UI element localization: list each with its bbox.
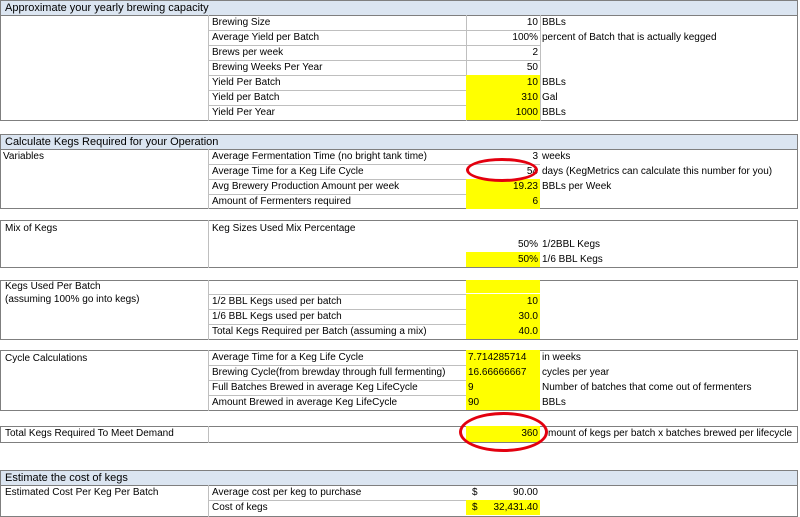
kegs-batch-label: 1/2 BBL Kegs used per batch — [212, 296, 342, 307]
section-header-capacity[interactable]: Approximate your yearly brewing capacity — [0, 0, 798, 16]
cycle-label: Amount Brewed in average Keg LifeCycle — [212, 397, 398, 408]
kegs-batch-label: 1/6 BBL Kegs used per batch — [212, 311, 342, 322]
capacity-label: Brewing Weeks Per Year — [212, 62, 323, 73]
variable-value-input[interactable]: 54 — [466, 164, 540, 179]
variable-label: Average Time for a Keg Life Cycle — [212, 166, 364, 177]
cycle-label: Brewing Cycle(from brewday through full … — [212, 367, 446, 378]
variable-unit: BBLs per Week — [542, 181, 612, 192]
capacity-unit: BBLs — [542, 17, 566, 28]
cycle-title: Cycle Calculations — [5, 353, 88, 364]
mix-title: Mix of Kegs — [5, 223, 58, 234]
kegs-batch-value[interactable]: 30.0 — [466, 309, 540, 324]
cycle-value[interactable]: 90 — [466, 395, 540, 410]
kegs-batch-value[interactable]: 10 — [466, 294, 540, 309]
section-header-kegs-required[interactable]: Calculate Kegs Required for your Operati… — [0, 134, 798, 150]
cost-value-input[interactable]: 90.00 — [480, 485, 540, 500]
variable-value-input[interactable]: 6 — [466, 194, 540, 209]
variable-unit: days (KegMetrics can calculate this numb… — [542, 166, 773, 177]
cycle-value[interactable]: 9 — [466, 380, 540, 395]
capacity-label: Yield Per Year — [212, 107, 276, 118]
mix-percent-input[interactable]: 50% — [466, 252, 540, 267]
cycle-unit: Number of batches that come out of ferme… — [542, 382, 752, 393]
variable-unit: weeks — [542, 151, 571, 162]
cost-value-input[interactable]: 32,431.40 — [480, 500, 540, 515]
capacity-unit: BBLs — [542, 77, 566, 88]
capacity-label: Yield per Batch — [212, 92, 280, 103]
capacity-unit: BBLs — [542, 107, 566, 118]
capacity-label: Brewing Size — [212, 17, 271, 28]
cycle-unit: cycles per year — [542, 367, 610, 378]
total-kegs-cell[interactable]: 360 — [466, 426, 540, 442]
spreadsheet: Approximate your yearly brewing capacity… — [0, 0, 798, 517]
capacity-unit: Gal — [542, 92, 558, 103]
mix-percent-input[interactable]: 50% — [466, 237, 540, 252]
cost-label: Average cost per keg to purchase — [212, 487, 362, 498]
variable-label: Avg Brewery Production Amount per week — [212, 181, 400, 192]
total-label: Total Kegs Required To Meet Demand — [5, 428, 174, 439]
capacity-value-input[interactable]: 310 — [466, 90, 540, 105]
capacity-value-input[interactable]: 100% — [466, 30, 540, 45]
kegs-batch-label: Total Kegs Required per Batch (assuming … — [212, 326, 427, 337]
cycle-unit: in weeks — [542, 352, 581, 363]
cycle-value[interactable]: 7.714285714 — [466, 350, 540, 365]
cycle-value[interactable]: 16.66666667 — [466, 365, 540, 380]
capacity-value-input[interactable]: 1000 — [466, 105, 540, 120]
capacity-label: Average Yield per Batch — [212, 32, 320, 43]
variable-value-input[interactable]: 19.23 — [466, 179, 540, 194]
capacity-value-input[interactable]: 2 — [466, 45, 540, 60]
capacity-label: Yield Per Batch — [212, 77, 281, 88]
mix-block — [0, 220, 798, 268]
mix-keg-size: 1/2BBL Kegs — [542, 239, 601, 250]
cost-label: Cost of kegs — [212, 502, 268, 513]
section-header-cost[interactable]: Estimate the cost of kegs — [0, 470, 798, 486]
variables-title: Variables — [3, 151, 44, 162]
capacity-value-input[interactable]: 50 — [466, 60, 540, 75]
currency-symbol: $ — [472, 487, 478, 498]
variable-label: Average Fermentation Time (no bright tan… — [212, 151, 427, 162]
cycle-label: Average Time for a Keg Life Cycle — [212, 352, 364, 363]
variable-value-input[interactable]: 3 — [466, 149, 540, 164]
variable-label: Amount of Fermenters required — [212, 196, 351, 207]
kegs-batch-value[interactable]: 40.0 — [466, 324, 540, 339]
cost-title: Estimated Cost Per Keg Per Batch — [5, 487, 159, 498]
cycle-label: Full Batches Brewed in average Keg LifeC… — [212, 382, 418, 393]
currency-symbol: $ — [472, 502, 478, 513]
kegs-batch-subtitle: (assuming 100% go into kegs) — [5, 294, 140, 305]
mix-keg-size: 1/6 BBL Kegs — [542, 254, 603, 265]
capacity-label: Brews per week — [212, 47, 284, 58]
total-note: mount of kegs per batch x batches brewed… — [548, 428, 793, 439]
mix-header: Keg Sizes Used Mix Percentage — [212, 223, 356, 234]
cycle-unit: BBLs — [542, 397, 566, 408]
capacity-unit: percent of Batch that is actually kegged — [542, 32, 717, 43]
capacity-value-input[interactable]: 10 — [466, 15, 540, 30]
capacity-value-input[interactable]: 10 — [466, 75, 540, 90]
